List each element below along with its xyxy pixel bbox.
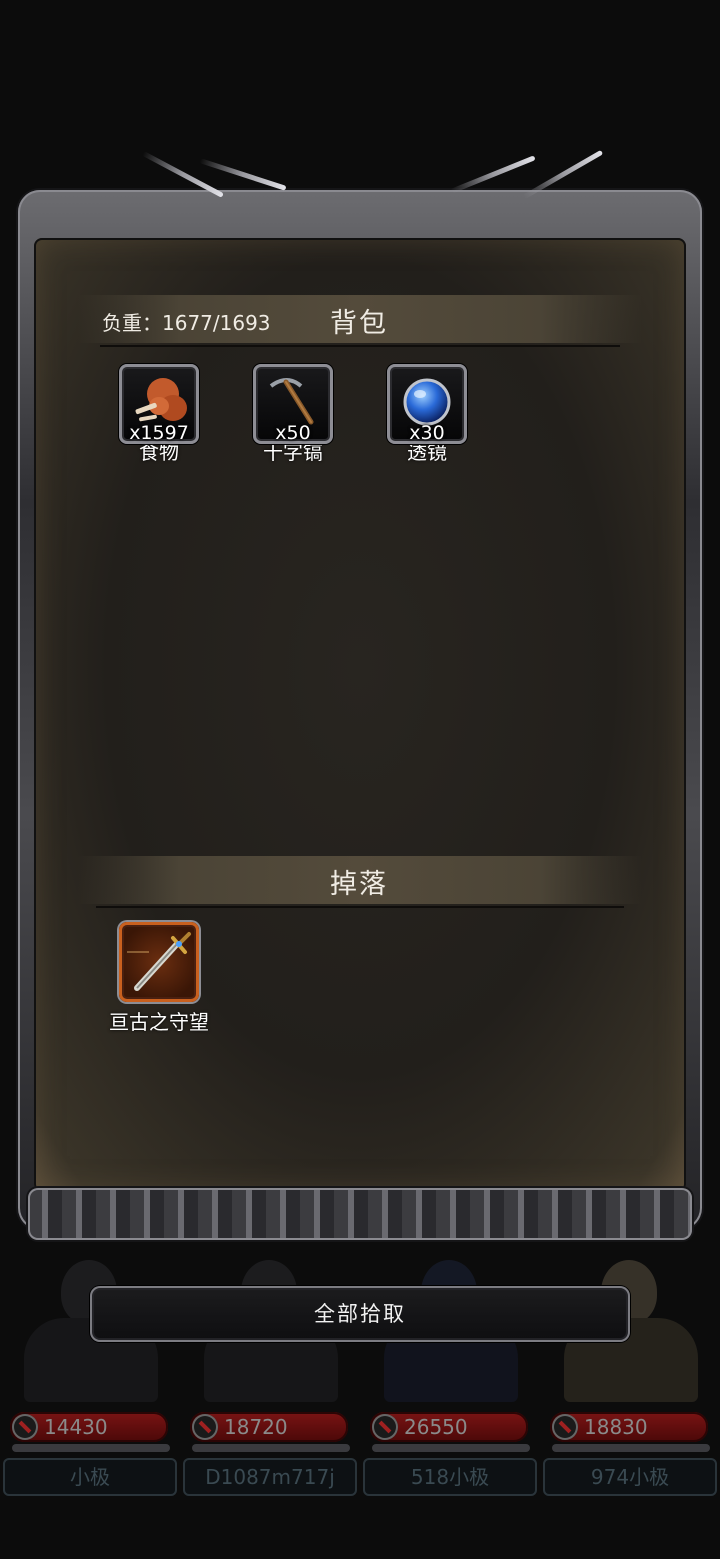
- loot-divider: [96, 906, 624, 908]
- panel-bottom-trim: [28, 1188, 692, 1240]
- item-slot[interactable]: x30: [387, 364, 467, 444]
- backpack-divider: [100, 345, 620, 347]
- party-member-name[interactable]: 小极: [3, 1458, 177, 1496]
- party-hp-value: 14430: [44, 1415, 108, 1439]
- sword-icon: [127, 932, 191, 991]
- party-mp-bar: [552, 1444, 710, 1452]
- party-hp-value: 26550: [404, 1415, 468, 1439]
- item-slot[interactable]: x1597: [119, 364, 199, 444]
- inventory-item[interactable]: x30 透镜: [385, 364, 469, 465]
- hp-icon: [12, 1414, 38, 1440]
- item-quantity: x50: [275, 422, 311, 444]
- party-mp-bar: [12, 1444, 170, 1452]
- party-hp-bar: 26550: [370, 1412, 528, 1442]
- inventory-item[interactable]: x50 十字镐: [251, 364, 335, 465]
- party-mp-bar: [372, 1444, 530, 1452]
- weight-label: 负重：1677/1693: [102, 311, 271, 335]
- item-slot[interactable]: [119, 922, 199, 1002]
- hp-icon: [552, 1414, 578, 1440]
- backpack-title: 背包: [330, 308, 388, 339]
- pickup-all-button[interactable]: 全部拾取: [90, 1286, 630, 1342]
- item-name: 亘古之守望: [109, 1010, 209, 1034]
- party-hp-value: 18720: [224, 1415, 288, 1439]
- party-hp-value: 18830: [584, 1415, 648, 1439]
- item-quantity: x30: [409, 422, 445, 444]
- party-mp-bar: [192, 1444, 350, 1452]
- loot-item[interactable]: 亘古之守望: [109, 922, 209, 1035]
- party-hp-bar: 14430: [10, 1412, 168, 1442]
- inventory-item[interactable]: x1597 食物: [117, 364, 201, 465]
- item-slot[interactable]: x50: [253, 364, 333, 444]
- party-hp-bar: 18720: [190, 1412, 348, 1442]
- hp-icon: [192, 1414, 218, 1440]
- item-quantity: x1597: [129, 422, 189, 444]
- frame-spike: [199, 158, 287, 191]
- frame-spike: [450, 155, 536, 194]
- party-member-name[interactable]: 518小极: [363, 1458, 537, 1496]
- party-hp-bar: 18830: [550, 1412, 708, 1442]
- hp-icon: [372, 1414, 398, 1440]
- party-member-name[interactable]: D1087m717j: [183, 1458, 357, 1496]
- party-member-name[interactable]: 974小极: [543, 1458, 717, 1496]
- loot-title: 掉落: [330, 869, 388, 900]
